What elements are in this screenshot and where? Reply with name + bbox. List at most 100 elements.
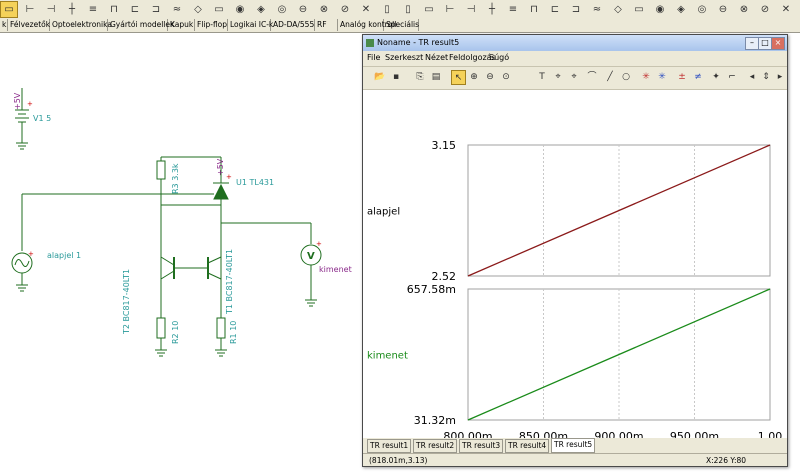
ytick-top-1: 3.15	[432, 139, 457, 152]
component-tool-32-icon[interactable]: ◉	[651, 1, 669, 18]
component-tool-4-icon[interactable]: ┼	[63, 1, 81, 18]
component-tool-24-icon[interactable]: ┼	[483, 1, 501, 18]
component-tool-8-icon[interactable]: ⊐	[147, 1, 165, 18]
component-tool-16-icon[interactable]: ⊗	[315, 1, 333, 18]
circle-icon[interactable]: ○	[619, 70, 633, 84]
component-tool-30-icon[interactable]: ◇	[609, 1, 627, 18]
component-tool-18-icon[interactable]: ✕	[357, 1, 375, 18]
slope-icon[interactable]: ≠	[691, 70, 705, 84]
probe-icon[interactable]: ✦	[709, 70, 723, 84]
component-tool-5-icon[interactable]: ≡	[84, 1, 102, 18]
r1-label: R1 10	[229, 320, 238, 344]
tab-tr-result3[interactable]: TR result3	[459, 439, 504, 453]
component-tool-27-icon[interactable]: ⊏	[546, 1, 564, 18]
zoom-fit-icon[interactable]: ⊙	[499, 70, 513, 84]
component-tool-17-icon[interactable]: ⊘	[336, 1, 354, 18]
component-tab-6[interactable]: Flip-flop	[195, 19, 228, 31]
window-titlebar[interactable]: Noname - TR result5 – □ ×	[363, 35, 787, 51]
component-tool-29-icon[interactable]: ≈	[588, 1, 606, 18]
app-icon	[366, 39, 374, 47]
save-icon[interactable]: ▪	[389, 70, 403, 84]
tab-tr-result4[interactable]: TR result4	[505, 439, 550, 453]
component-tab-11[interactable]: Speciális	[384, 19, 419, 31]
component-tool-37-icon[interactable]: ⊘	[756, 1, 774, 18]
voltmeter-symbol: V	[307, 251, 315, 262]
tab-tr-result2[interactable]: TR result2	[413, 439, 458, 453]
scroll-right-icon[interactable]: ▸	[773, 70, 787, 84]
component-tool-23-icon[interactable]: ⊣	[462, 1, 480, 18]
component-tool-7-icon[interactable]: ⊏	[126, 1, 144, 18]
marker-icon[interactable]: ⌖	[551, 70, 565, 84]
pointer-icon[interactable]: ↖	[451, 70, 466, 85]
component-tool-15-icon[interactable]: ⊖	[294, 1, 312, 18]
component-tool-36-icon[interactable]: ⊗	[735, 1, 753, 18]
menu-nezet[interactable]: Nézet	[425, 53, 448, 62]
component-tool-26-icon[interactable]: ⊓	[525, 1, 543, 18]
xtick-5: 1.00	[758, 430, 783, 438]
menubar: File Szerkeszt Nézet Feldolgozás Súgó	[363, 52, 787, 64]
component-tab-8[interactable]: AD-DA/555	[271, 19, 315, 31]
component-tab-3[interactable]: Optoelektronika	[50, 19, 112, 31]
v1-supply-label: +5V	[13, 92, 22, 110]
component-tool-34-icon[interactable]: ◎	[693, 1, 711, 18]
maximize-button[interactable]: □	[758, 37, 772, 50]
tab-tr-result1[interactable]: TR result1	[367, 439, 412, 453]
component-tab-7[interactable]: Logikai IC-k	[228, 19, 273, 31]
tab-tr-result5[interactable]: TR result5	[551, 438, 596, 453]
component-tool-10-icon[interactable]: ◇	[189, 1, 207, 18]
component-tool-20-icon[interactable]: ▯	[399, 1, 417, 18]
cursor-b-icon[interactable]: ✳	[655, 70, 669, 84]
u1-supply-label: +5V	[216, 158, 225, 176]
component-tool-22-icon[interactable]: ⊢	[441, 1, 459, 18]
component-tab-2[interactable]: Félvezetők	[8, 19, 50, 31]
close-button[interactable]: ×	[771, 37, 785, 50]
zoom-out-icon[interactable]: ⊖	[483, 70, 497, 84]
zoom-in-icon[interactable]: ⊕	[467, 70, 481, 84]
peak-icon[interactable]: ±	[675, 70, 689, 84]
flag-icon[interactable]: ⌐	[725, 70, 739, 84]
component-tool-28-icon[interactable]: ⊐	[567, 1, 585, 18]
component-tab-4[interactable]: Gyártói modellek	[108, 19, 174, 31]
component-tool-33-icon[interactable]: ◈	[672, 1, 690, 18]
component-tool-12-icon[interactable]: ◉	[231, 1, 249, 18]
copy-icon[interactable]: ⎘	[413, 70, 427, 84]
marker2-icon[interactable]: ⌖	[567, 70, 581, 84]
component-tool-21-icon[interactable]: ▭	[420, 1, 438, 18]
paste-icon[interactable]: ▤	[429, 70, 443, 84]
meter-label: kimenet	[319, 265, 352, 274]
scroll-left-icon[interactable]: ◂	[745, 70, 759, 84]
ylabel-alapjel: alapjel	[367, 207, 400, 218]
component-tool-11-icon[interactable]: ▭	[210, 1, 228, 18]
line-icon[interactable]: ╱	[603, 70, 617, 84]
tr-result-window[interactable]: Noname - TR result5 – □ × File Szerkeszt…	[362, 34, 788, 467]
component-tool-9-icon[interactable]: ≈	[168, 1, 186, 18]
component-tool-14-icon[interactable]: ◎	[273, 1, 291, 18]
open-folder-icon[interactable]: 📂	[373, 70, 387, 84]
component-tool-2-icon[interactable]: ⊢	[21, 1, 39, 18]
component-tab-5[interactable]: Kapuk	[168, 19, 195, 31]
component-tool-6-icon[interactable]: ⊓	[105, 1, 123, 18]
component-tool-25-icon[interactable]: ≡	[504, 1, 522, 18]
minimize-button[interactable]: –	[745, 37, 759, 50]
component-tool-35-icon[interactable]: ⊖	[714, 1, 732, 18]
menu-szerkeszt[interactable]: Szerkeszt	[385, 53, 423, 62]
component-tab-1[interactable]: k	[0, 19, 8, 31]
component-tool-1-icon[interactable]: ▭	[0, 1, 18, 18]
scroll-updown-icon[interactable]: ⇕	[759, 70, 773, 84]
component-tool-19-icon[interactable]: ▯	[378, 1, 396, 18]
component-tab-10[interactable]: Analóg kontroll	[338, 19, 396, 31]
component-tool-31-icon[interactable]: ▭	[630, 1, 648, 18]
ytick-top-2: 657.58m	[407, 283, 456, 296]
r2-label: R2 10	[171, 320, 180, 344]
plot-area[interactable]: 3.15 2.52 alapjel 657.58m 31.32m kimenet 800.0…	[363, 90, 787, 456]
menu-sugo[interactable]: Súgó	[489, 53, 509, 62]
text-icon[interactable]: T	[535, 70, 549, 84]
component-tool-38-icon[interactable]: ✕	[777, 1, 795, 18]
component-tool-13-icon[interactable]: ◈	[252, 1, 270, 18]
curve-icon[interactable]: ⌒	[585, 70, 599, 84]
plot-svg[interactable]: 3.15 2.52 alapjel 657.58m 31.32m kimenet 800.0…	[363, 90, 787, 456]
component-tab-9[interactable]: RF	[315, 19, 338, 31]
menu-file[interactable]: File	[367, 53, 380, 62]
cursor-a-icon[interactable]: ✳	[639, 70, 653, 84]
component-tool-3-icon[interactable]: ⊣	[42, 1, 60, 18]
